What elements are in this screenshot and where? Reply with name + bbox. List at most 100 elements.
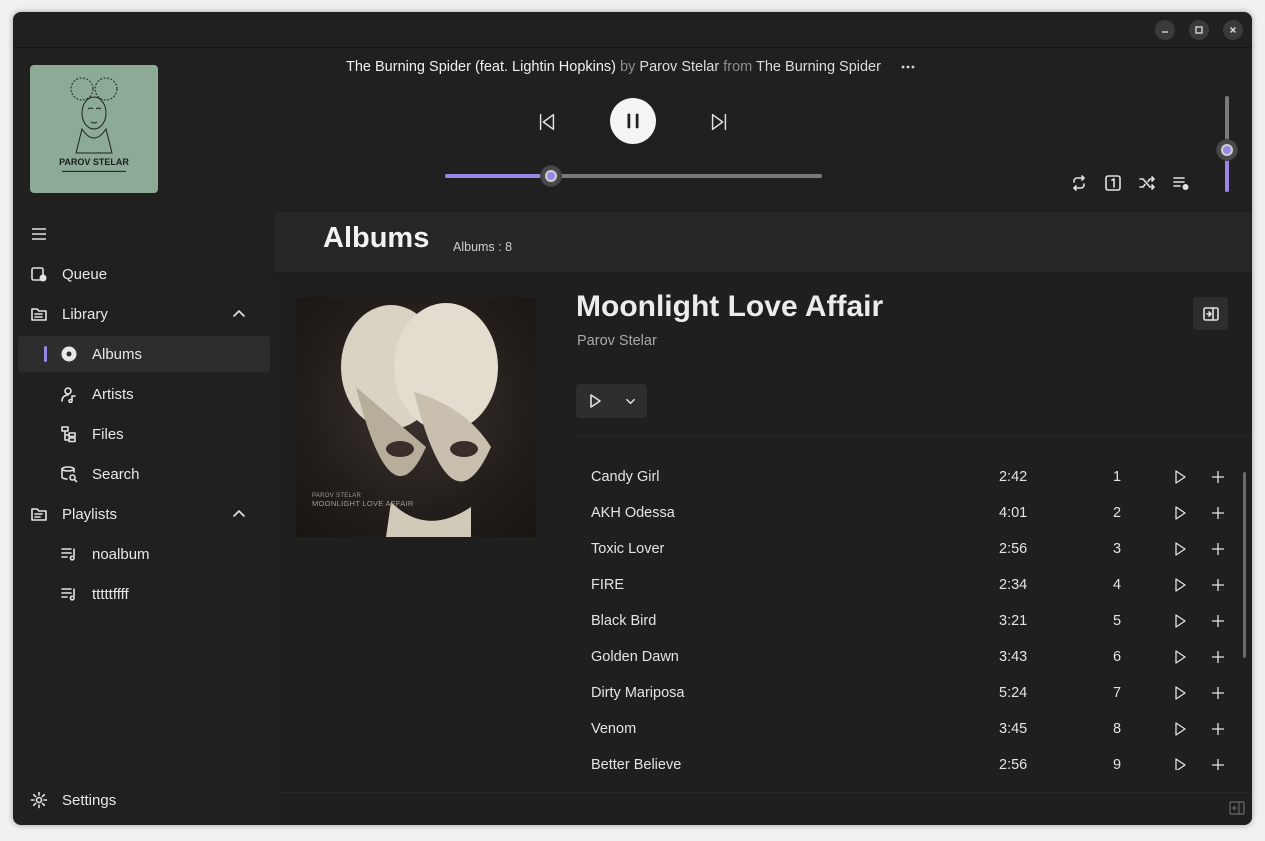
next-button[interactable] <box>707 110 731 134</box>
track-duration: 2:56 <box>999 541 1028 557</box>
pause-icon <box>627 113 639 129</box>
sidebar-item-label: Files <box>92 425 124 443</box>
sidebar-item-playlist-noalbum[interactable]: noalbum <box>18 536 270 572</box>
close-button[interactable] <box>1223 20 1243 40</box>
add-to-queue-icon[interactable] <box>1210 505 1226 521</box>
track-artist-link[interactable]: Parov Stelar <box>639 59 719 75</box>
track-number: 5 <box>1112 613 1122 629</box>
active-indicator <box>44 346 47 362</box>
track-name: Dirty Mariposa <box>591 685 685 701</box>
track-row[interactable]: Golden Dawn 3:43 6 <box>577 639 1237 675</box>
sidebar-item-library[interactable]: Library <box>18 296 270 332</box>
seek-progress <box>445 174 551 178</box>
maximize-icon <box>1195 26 1203 34</box>
repeat-one-icon[interactable] <box>1104 174 1122 192</box>
sidebar-item-playlist-tttttffff[interactable]: tttttffff <box>18 576 270 612</box>
album-artist-link[interactable]: Parov Stelar <box>577 333 657 349</box>
library-folder-icon <box>31 308 47 321</box>
hamburger-icon[interactable] <box>31 227 47 241</box>
track-list-scrollbar[interactable] <box>1243 472 1246 658</box>
track-number: 7 <box>1112 685 1122 701</box>
volume-handle[interactable] <box>1217 139 1237 160</box>
track-row[interactable]: AKH Odessa 4:01 2 <box>577 495 1237 531</box>
play-track-icon[interactable] <box>1172 577 1188 593</box>
add-to-queue-icon[interactable] <box>1210 613 1226 629</box>
add-to-queue-icon[interactable] <box>1210 757 1226 770</box>
track-name: FIRE <box>591 577 625 593</box>
disc-icon <box>61 346 77 362</box>
track-row[interactable]: Black Bird 3:21 5 <box>577 603 1237 639</box>
playlist-icon <box>61 588 75 601</box>
play-album-button[interactable] <box>576 384 614 418</box>
page-header: Albums Albums : 8 <box>275 212 1252 273</box>
volume-slider[interactable] <box>1217 96 1237 192</box>
sidebar-item-artists[interactable]: Artists <box>18 376 270 412</box>
chevron-down-icon <box>626 398 635 404</box>
sidebar-item-search[interactable]: Search <box>18 456 270 492</box>
play-track-icon[interactable] <box>1172 757 1188 770</box>
sidebar-item-label: Library <box>62 305 108 323</box>
track-name: Golden Dawn <box>591 649 679 665</box>
track-duration: 2:42 <box>999 469 1028 485</box>
sidebar-item-playlists[interactable]: Playlists <box>18 496 270 532</box>
search-icon <box>61 466 78 483</box>
add-to-queue-icon[interactable] <box>1210 541 1226 557</box>
page-title: Albums <box>323 222 430 254</box>
track-number: 8 <box>1112 721 1122 737</box>
play-track-icon[interactable] <box>1172 613 1188 629</box>
more-options-icon[interactable] <box>900 58 916 76</box>
track-number: 9 <box>1112 757 1122 770</box>
repeat-icon[interactable] <box>1070 174 1088 192</box>
track-number: 6 <box>1112 649 1122 665</box>
queue-icon <box>31 267 47 282</box>
add-to-queue-icon[interactable] <box>1210 577 1226 593</box>
play-track-icon[interactable] <box>1172 469 1188 485</box>
albums-count: Albums : 8 <box>453 240 513 254</box>
track-row[interactable]: Toxic Lover 2:56 3 <box>577 531 1237 567</box>
track-row[interactable]: Better Believe 2:56 9 <box>577 747 1237 770</box>
play-track-icon[interactable] <box>1172 721 1188 737</box>
add-to-queue-icon[interactable] <box>1210 685 1226 701</box>
play-track-icon[interactable] <box>1172 505 1188 521</box>
play-track-icon[interactable] <box>1172 685 1188 701</box>
sidebar-item-files[interactable]: Files <box>18 416 270 452</box>
sidebar-item-label: Queue <box>62 265 108 283</box>
sidebar-item-label: Playlists <box>62 505 118 523</box>
add-to-queue-icon[interactable] <box>1210 649 1226 665</box>
seek-handle[interactable] <box>540 166 561 186</box>
shuffle-icon[interactable] <box>1138 174 1156 192</box>
track-row[interactable]: Dirty Mariposa 5:24 7 <box>577 675 1237 711</box>
track-album-link[interactable]: The Burning Spider <box>756 59 881 75</box>
play-track-icon[interactable] <box>1172 649 1188 665</box>
minimize-button[interactable] <box>1155 20 1175 40</box>
play-pause-button[interactable] <box>610 98 656 144</box>
add-to-queue-icon[interactable] <box>1210 469 1226 485</box>
add-to-queue-icon[interactable] <box>1210 721 1226 737</box>
now-playing-cover[interactable]: PAROV STELAR ▬▬▬▬▬▬▬▬▬▬▬▬▬▬▬▬ <box>30 65 158 193</box>
sidebar-item-albums[interactable]: Albums <box>18 336 270 372</box>
play-track-icon[interactable] <box>1172 541 1188 557</box>
expand-panel-icon[interactable] <box>1229 801 1245 815</box>
chevron-up-icon[interactable] <box>232 507 246 521</box>
files-icon <box>61 426 76 443</box>
album-cover[interactable]: PAROV STELAR MOONLIGHT LOVE AFFAIR <box>296 297 536 537</box>
track-name: Black Bird <box>591 613 657 629</box>
previous-button[interactable] <box>535 110 559 134</box>
sidebar-item-queue[interactable]: Queue <box>18 256 270 292</box>
track-duration: 3:43 <box>999 649 1028 665</box>
title-bar <box>13 12 1252 48</box>
chevron-up-icon[interactable] <box>232 307 246 321</box>
track-row[interactable]: Candy Girl 2:42 1 <box>577 459 1237 495</box>
toggle-sidebar-button[interactable] <box>1193 297 1228 330</box>
track-number: 1 <box>1112 469 1122 485</box>
track-row[interactable]: Venom 3:45 8 <box>577 711 1237 747</box>
maximize-button[interactable] <box>1189 20 1209 40</box>
sidebar-item-label: Settings <box>62 791 117 809</box>
skip-next-icon <box>711 113 727 131</box>
albums-page: Albums Albums : 8 PAROV STELAR MOONLIGHT… <box>275 212 1252 825</box>
queue-settings-icon[interactable] <box>1172 174 1190 192</box>
seek-bar[interactable] <box>445 166 822 186</box>
play-options-dropdown[interactable] <box>614 384 647 418</box>
sidebar-item-settings[interactable]: Settings <box>18 782 270 818</box>
track-row[interactable]: FIRE 2:34 4 <box>577 567 1237 603</box>
